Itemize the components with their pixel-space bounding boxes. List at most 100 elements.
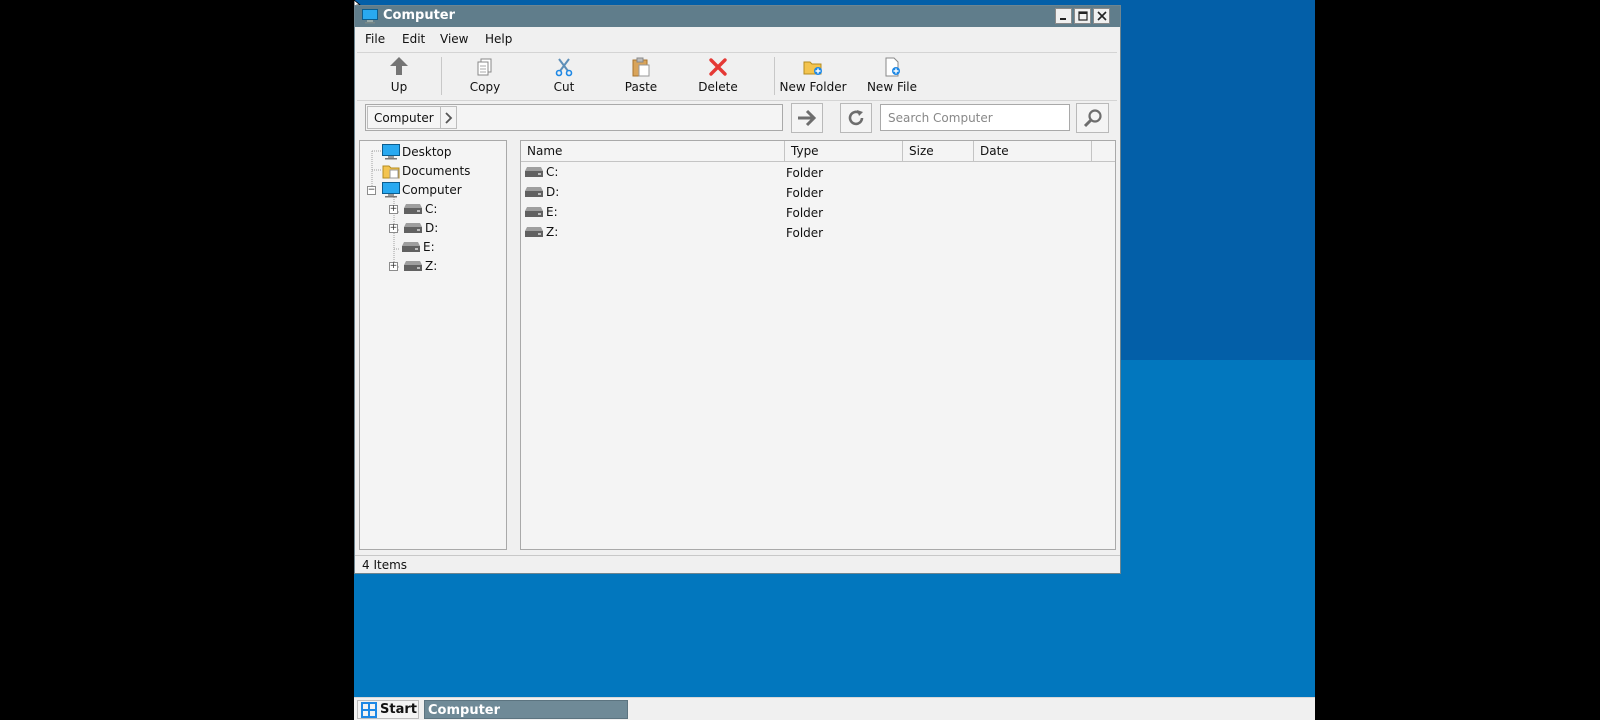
file-name: D: [546, 185, 560, 199]
toolbar-separator [774, 57, 775, 95]
new-file-icon [885, 57, 900, 77]
copy-label: Copy [469, 80, 501, 94]
file-type: Folder [786, 226, 824, 240]
drive-icon [404, 204, 422, 214]
new-file-label: New File [866, 80, 918, 94]
list-row-e[interactable]: E: Folder [521, 203, 1115, 223]
menu-bar: File Edit View Help [355, 28, 1120, 50]
file-type: Folder [786, 206, 824, 220]
up-label: Up [390, 80, 408, 94]
breadcrumb-computer[interactable]: Computer [367, 106, 441, 129]
tree-label: E: [423, 240, 435, 254]
start-button[interactable]: Start [357, 700, 419, 719]
list-row-z[interactable]: Z: Folder [521, 223, 1115, 243]
list-row-c[interactable]: C: Folder [521, 163, 1115, 183]
search-input[interactable] [880, 104, 1070, 131]
close-button[interactable] [1093, 8, 1110, 24]
item-count: 4 Items [362, 558, 408, 572]
tree-item-drive-c[interactable]: + C: [389, 200, 437, 218]
drive-icon [404, 261, 422, 271]
column-header-date[interactable]: Date [974, 141, 1092, 161]
up-arrow-icon [390, 57, 408, 75]
delete-button[interactable]: Delete [693, 53, 743, 99]
tree-item-drive-e[interactable]: E: [401, 238, 435, 256]
search-icon [1083, 109, 1102, 128]
file-list: Name Type Size Date C: Folder D: Folder … [520, 140, 1116, 550]
refresh-icon [848, 110, 864, 126]
drive-icon [404, 223, 422, 233]
taskbar-item-label: Computer [428, 703, 501, 718]
arrow-right-icon [798, 109, 817, 127]
up-button[interactable]: Up [379, 53, 419, 99]
delete-label: Delete [698, 80, 738, 94]
paste-button[interactable]: Paste [619, 53, 663, 99]
delete-x-icon [709, 58, 727, 76]
tree-item-desktop[interactable]: Desktop [382, 143, 452, 161]
windows-logo-icon [361, 701, 377, 718]
drive-icon [402, 242, 420, 252]
new-folder-button[interactable]: New Folder [779, 53, 847, 99]
toolbar: Up Copy Cut Paste Delete New Folder New … [357, 52, 1117, 101]
menu-edit[interactable]: Edit [402, 32, 425, 46]
menu-view[interactable]: View [440, 32, 468, 46]
column-header-size[interactable]: Size [903, 141, 974, 161]
column-header-name[interactable]: Name [521, 141, 785, 161]
tree-label: Desktop [402, 145, 452, 159]
new-folder-label: New Folder [779, 80, 847, 94]
search-button[interactable] [1076, 103, 1109, 133]
list-row-d[interactable]: D: Folder [521, 183, 1115, 203]
status-bar: 4 Items [355, 555, 1120, 573]
tree-label: Computer [402, 183, 462, 197]
tree-label: Z: [425, 259, 438, 273]
maximize-icon [1077, 11, 1088, 21]
drive-icon [525, 207, 543, 217]
column-header-type[interactable]: Type [785, 141, 903, 161]
menu-help[interactable]: Help [485, 32, 512, 46]
file-name: C: [546, 165, 559, 179]
tree-item-documents[interactable]: Documents [382, 162, 470, 180]
maximize-button[interactable] [1074, 8, 1091, 24]
collapse-toggle-icon[interactable]: − [367, 185, 376, 195]
expand-toggle-icon[interactable]: + [389, 223, 398, 233]
toolbar-separator [441, 57, 442, 95]
minimize-button[interactable] [1055, 8, 1072, 24]
cut-label: Cut [553, 80, 575, 94]
tree-label: D: [425, 221, 439, 235]
tree-label: C: [425, 202, 438, 216]
title-bar[interactable]: Computer [355, 6, 1120, 27]
expand-toggle-icon[interactable]: + [389, 261, 398, 271]
copy-icon [477, 58, 492, 76]
file-type: Folder [786, 166, 824, 180]
drive-icon [525, 167, 543, 177]
new-file-button[interactable]: New File [865, 53, 919, 99]
computer-icon [362, 9, 378, 24]
taskbar-item-computer[interactable]: Computer [424, 700, 628, 719]
documents-folder-icon [382, 165, 400, 179]
drive-icon [525, 227, 543, 237]
new-folder-icon [803, 61, 822, 75]
file-explorer-window: Computer File Edit View Help Up Copy Cut [354, 5, 1121, 574]
tree-label: Documents [402, 164, 471, 178]
file-name: Z: [546, 225, 559, 239]
tree-item-drive-z[interactable]: + Z: [389, 257, 437, 275]
address-bar[interactable]: Computer [365, 104, 783, 131]
breadcrumb-label: Computer [374, 111, 434, 125]
tree-item-drive-d[interactable]: + D: [389, 219, 438, 237]
window-title: Computer [383, 8, 456, 23]
go-button[interactable] [791, 103, 823, 133]
copy-button[interactable]: Copy [465, 53, 505, 99]
desktop-icon [382, 144, 400, 160]
start-label: Start [380, 702, 417, 717]
minimize-icon [1060, 17, 1066, 20]
list-header: Name Type Size Date [521, 141, 1115, 162]
expand-toggle-icon[interactable]: + [389, 204, 398, 214]
refresh-button[interactable] [840, 103, 872, 133]
breadcrumb-chevron-button[interactable] [440, 106, 457, 129]
cut-button[interactable]: Cut [544, 53, 584, 99]
menu-file[interactable]: File [365, 32, 385, 46]
computer-icon [382, 182, 400, 198]
taskbar: Start Computer [354, 697, 1315, 720]
tree-item-computer[interactable]: − Computer [367, 181, 462, 199]
file-name: E: [546, 205, 558, 219]
folder-tree: Desktop Documents − Computer + C: + D: E… [359, 140, 507, 550]
